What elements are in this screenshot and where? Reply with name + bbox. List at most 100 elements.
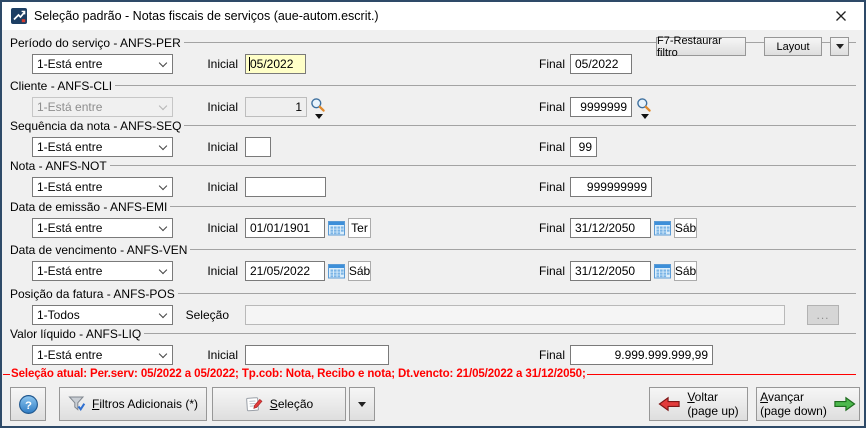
browse-button: ... [807,305,839,325]
weekday-box: Ter [348,218,371,238]
red-arrow-left-icon [658,396,680,412]
window-title: Seleção padrão - Notas fiscais de serviç… [34,9,379,23]
group-divider [144,333,856,334]
help-icon: ? [18,394,38,414]
weekday-box: Sáb [348,261,371,281]
valor-final-input[interactable] [570,345,713,365]
inicial-label: Inicial [207,57,238,71]
sequencia-inicial-input[interactable] [245,137,271,157]
group-label: Cliente - ANFS-CLI [10,78,113,93]
group-divider [184,125,856,126]
operator-value: 1-Está entre [37,57,103,71]
filter-form: Período do serviço - ANFS-PER F7-Restaur… [2,30,864,426]
group-divider [177,293,856,294]
inicial-label: Inicial [207,140,238,154]
selection-label: Seleção [269,397,314,411]
filter-group-cliente: Cliente - ANFS-CLI 1-Está entre Inicial … [2,78,864,119]
additional-filters-button[interactable]: Filtros Adicionais (*) [59,387,207,421]
status-line-rule [586,373,856,375]
filter-group-sequencia: Sequência da nota - ANFS-SEQ 1-Está entr… [2,118,864,158]
posicao-selecao-input [245,305,785,325]
vencimento-final-input[interactable] [570,261,651,281]
group-label: Sequência da nota - ANFS-SEQ [10,118,182,133]
group-label: Posição da fatura - ANFS-POS [10,286,175,301]
forward-page-down-button[interactable]: Avançar (page down) [756,387,860,421]
group-divider [183,42,856,43]
lookup-magnifier-icon[interactable] [636,97,652,113]
calendar-icon[interactable] [328,220,345,236]
final-label: Final [538,264,565,278]
final-label: Final [538,140,565,154]
dialog-window: Seleção padrão - Notas fiscais de serviç… [0,0,866,428]
inicial-label: Inicial [207,100,238,114]
app-icon [11,8,27,24]
periodo-final-input[interactable] [570,54,632,74]
help-button[interactable]: ? [10,387,46,421]
text-caret [249,57,250,71]
inicial-label: Inicial [207,264,238,278]
status-text: Seleção atual: Per.serv: 05/2022 a 05/20… [11,368,586,380]
forward-sublabel: (page down) [760,404,827,418]
additional-filters-label: Filtros Adicionais (*) [91,397,199,411]
green-arrow-right-icon [834,396,856,412]
cliente-final-input[interactable] [570,97,632,117]
emissao-final-input[interactable] [570,218,651,238]
filter-group-nota: Nota - ANFS-NOT 1-Está entre Inicial Fin… [2,158,864,198]
emissao-inicial-input[interactable] [245,218,325,238]
inicial-label: Inicial [207,221,238,235]
selection-dropdown-button[interactable] [349,387,375,421]
nota-inicial-input[interactable] [245,177,326,197]
final-label: Final [538,348,565,362]
filter-group-data-emissao: Data de emissão - ANFS-EMI 1-Está entre … [2,199,864,239]
group-divider [190,249,856,250]
funnel-icon [68,396,86,412]
operator-value: 1-Está entre [37,348,103,362]
operator-value: 1-Está entre [37,100,103,114]
filter-group-posicao-fatura: Posição da fatura - ANFS-POS 1-Todos Sel… [2,286,864,326]
group-label: Data de emissão - ANFS-EMI [10,199,168,214]
final-label: Final [538,180,565,194]
group-label: Data de vencimento - ANFS-VEN [10,242,188,257]
chevron-down-icon [358,401,366,407]
periodo-inicial-input[interactable] [245,54,306,74]
title-bar: Seleção padrão - Notas fiscais de serviç… [2,2,864,30]
valor-inicial-input[interactable] [245,345,389,365]
lookup-magnifier-icon[interactable] [310,97,326,113]
notepad-pencil-icon [245,396,263,411]
group-divider [115,85,856,86]
nota-final-input[interactable] [570,177,652,197]
group-label: Período do serviço - ANFS-PER [10,35,181,50]
calendar-icon[interactable] [328,263,345,279]
group-divider [170,206,856,207]
back-page-up-button[interactable]: Voltar (page up) [649,387,748,421]
selecao-label: Seleção [185,308,229,322]
operator-value: 1-Está entre [37,140,103,154]
operator-value: 1-Todos [37,308,80,322]
svg-text:?: ? [25,399,32,411]
group-label: Nota - ANFS-NOT [10,158,107,173]
final-label: Final [538,57,565,71]
cliente-inicial-input [245,97,307,117]
back-sublabel: (page up) [687,404,739,418]
group-divider [109,165,856,166]
sequencia-final-input[interactable] [570,137,597,157]
vencimento-inicial-input[interactable] [245,261,325,281]
inicial-label: Inicial [207,348,238,362]
footer-toolbar: ? Filtros Adicionais (*) Seleção Voltar … [2,386,864,422]
filter-group-data-vencimento: Data de vencimento - ANFS-VEN 1-Está ent… [2,242,864,282]
current-selection-status: Seleção atual: Per.serv: 05/2022 a 05/20… [2,366,856,382]
back-label: Voltar [687,390,718,404]
status-line-dash [3,373,10,375]
selection-button[interactable]: Seleção [212,387,346,421]
inicial-label: Inicial [207,180,238,194]
calendar-icon[interactable] [654,220,671,236]
weekday-box: Sáb [674,261,697,281]
calendar-icon[interactable] [654,263,671,279]
close-icon [836,11,846,21]
weekday-box: Sáb [674,218,697,238]
group-label: Valor líquido - ANFS-LIQ [10,326,142,341]
close-button[interactable] [826,5,856,27]
final-label: Final [538,100,565,114]
forward-label: Avançar [760,390,804,404]
final-label: Final [538,221,565,235]
